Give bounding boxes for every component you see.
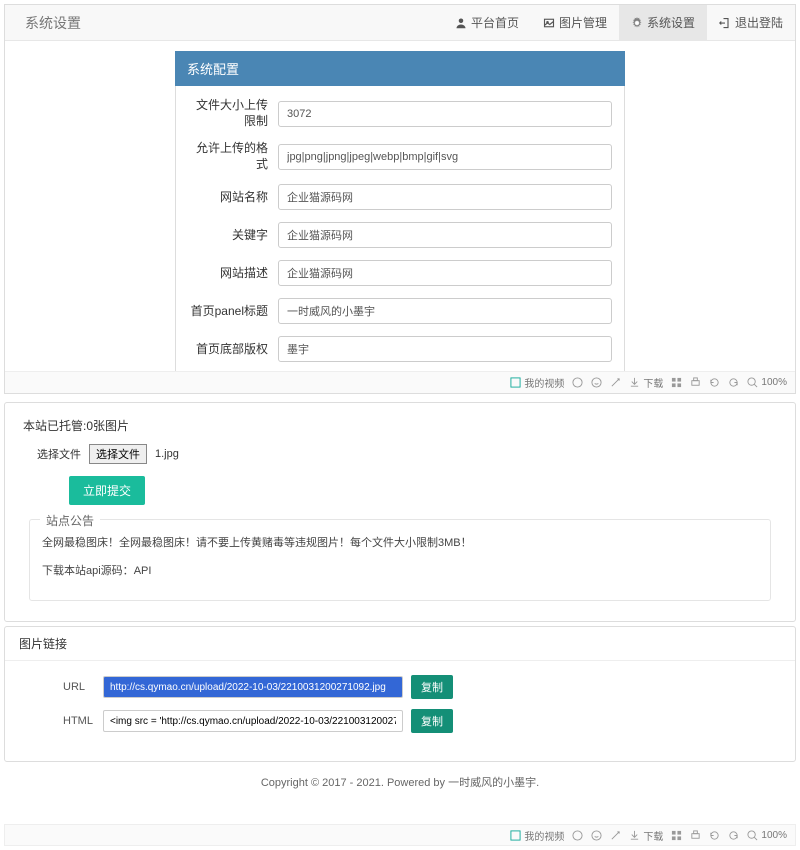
form-row-description: 网站描述 <box>188 260 612 286</box>
download-icon <box>629 830 640 841</box>
page-title: 系统设置 <box>5 13 101 33</box>
rotate-icon[interactable] <box>709 830 720 841</box>
html-label: HTML <box>23 715 103 727</box>
input-footer-copy[interactable] <box>278 336 612 362</box>
form-row-formats: 允许上传的格式 <box>188 141 612 172</box>
input-formats[interactable] <box>278 144 612 170</box>
nav-home-label: 平台首页 <box>471 14 519 31</box>
circle-icon[interactable] <box>572 830 583 841</box>
rotate-icon[interactable] <box>709 377 720 388</box>
panel-body: 文件大小上传限制 允许上传的格式 网站名称 关键字 网站描述 <box>175 86 625 371</box>
file-row: 选择文件 选择文件 1.jpg <box>23 444 777 464</box>
copy-html-button[interactable]: 复制 <box>411 709 453 733</box>
links-title: 图片链接 <box>5 627 795 661</box>
print-icon[interactable] <box>690 377 701 388</box>
input-site-name[interactable] <box>278 184 612 210</box>
nav-settings[interactable]: 系统设置 <box>619 5 707 41</box>
face-icon[interactable] <box>591 830 602 841</box>
copy-url-button[interactable]: 复制 <box>411 675 453 699</box>
tb-zoom-2[interactable]: 100% <box>747 830 787 841</box>
user-icon <box>455 17 467 29</box>
input-panel-title[interactable] <box>278 298 612 324</box>
form-row-panel-title: 首页panel标题 <box>188 298 612 324</box>
selected-filename: 1.jpg <box>155 448 179 460</box>
links-panel: 图片链接 URL 复制 HTML 复制 <box>4 626 796 762</box>
label-upload-limit: 文件大小上传限制 <box>188 98 278 129</box>
label-keywords: 关键字 <box>188 228 278 244</box>
wand-icon[interactable] <box>610 377 621 388</box>
form-row-keywords: 关键字 <box>188 222 612 248</box>
settings-panel: 系统配置 文件大小上传限制 允许上传的格式 网站名称 关键字 <box>175 51 625 371</box>
hosted-count: 本站已托管:0张图片 <box>23 417 777 434</box>
tb-zoom[interactable]: 100% <box>747 377 787 388</box>
upload-panel: 本站已托管:0张图片 选择文件 选择文件 1.jpg 立即提交 站点公告 全网最… <box>4 402 796 622</box>
url-label: URL <box>23 681 103 693</box>
form-row-upload-limit: 文件大小上传限制 <box>188 98 612 129</box>
nav-logout[interactable]: 退出登陆 <box>707 5 795 41</box>
nav-images[interactable]: 图片管理 <box>531 5 619 41</box>
label-site-name: 网站名称 <box>188 190 278 206</box>
rotate2-icon[interactable] <box>728 377 739 388</box>
tb-my-view[interactable]: 我的视频 <box>510 375 564 390</box>
label-formats: 允许上传的格式 <box>188 141 278 172</box>
link-row-url: URL 复制 <box>23 675 777 699</box>
square-icon <box>510 377 521 388</box>
face-icon[interactable] <box>591 377 602 388</box>
form-row-footer-copy: 首页底部版权 <box>188 336 612 362</box>
wand-icon[interactable] <box>610 830 621 841</box>
toolbar-top: 我的视频 下载 100% <box>5 371 795 393</box>
nav-images-label: 图片管理 <box>559 14 607 31</box>
toolbar-bottom: 我的视频 下载 100% <box>4 824 796 846</box>
input-upload-limit[interactable] <box>278 101 612 127</box>
notice-line-2: 下载本站api源码：API <box>42 562 758 578</box>
nav-settings-label: 系统设置 <box>647 14 695 31</box>
nav-logout-label: 退出登陆 <box>735 14 783 31</box>
image-icon <box>543 17 555 29</box>
submit-button[interactable]: 立即提交 <box>69 476 145 505</box>
notice-line-1: 全网最稳图床！全网最稳图床！请不要上传黄赌毒等违规图片！每个文件大小限制3MB！ <box>42 534 758 550</box>
input-description[interactable] <box>278 260 612 286</box>
grid-icon[interactable] <box>671 377 682 388</box>
circle-icon[interactable] <box>572 377 583 388</box>
grid-icon[interactable] <box>671 830 682 841</box>
footer: Copyright © 2017 - 2021. Powered by 一时威风… <box>0 766 800 820</box>
rotate2-icon[interactable] <box>728 830 739 841</box>
select-file-label: 选择文件 <box>37 446 81 462</box>
gear-icon <box>631 17 643 29</box>
url-input[interactable] <box>103 676 403 698</box>
tb-download-2[interactable]: 下载 <box>629 828 663 843</box>
label-description: 网站描述 <box>188 266 278 282</box>
file-select-button[interactable]: 选择文件 <box>89 444 147 464</box>
html-input[interactable] <box>103 710 403 732</box>
square-icon <box>510 830 521 841</box>
link-row-html: HTML 复制 <box>23 709 777 733</box>
nav-home[interactable]: 平台首页 <box>443 5 531 41</box>
zoom-icon <box>747 377 758 388</box>
api-link[interactable]: API <box>134 565 152 577</box>
notice-title: 站点公告 <box>40 512 100 529</box>
panel-header: 系统配置 <box>175 51 625 86</box>
admin-panel: 系统设置 平台首页 图片管理 系统设置 退出登陆 系统配置 文件大小上传限制 <box>4 4 796 394</box>
download-icon <box>629 377 640 388</box>
admin-nav: 系统设置 平台首页 图片管理 系统设置 退出登陆 <box>5 5 795 41</box>
tb-my-view-2[interactable]: 我的视频 <box>510 828 564 843</box>
tb-download[interactable]: 下载 <box>629 375 663 390</box>
form-row-site-name: 网站名称 <box>188 184 612 210</box>
print-icon[interactable] <box>690 830 701 841</box>
label-panel-title: 首页panel标题 <box>188 304 278 320</box>
input-keywords[interactable] <box>278 222 612 248</box>
label-footer-copy: 首页底部版权 <box>188 342 278 358</box>
admin-body: 系统配置 文件大小上传限制 允许上传的格式 网站名称 关键字 <box>5 41 795 371</box>
zoom-icon <box>747 830 758 841</box>
notice-box: 站点公告 全网最稳图床！全网最稳图床！请不要上传黄赌毒等违规图片！每个文件大小限… <box>29 519 771 601</box>
logout-icon <box>719 17 731 29</box>
